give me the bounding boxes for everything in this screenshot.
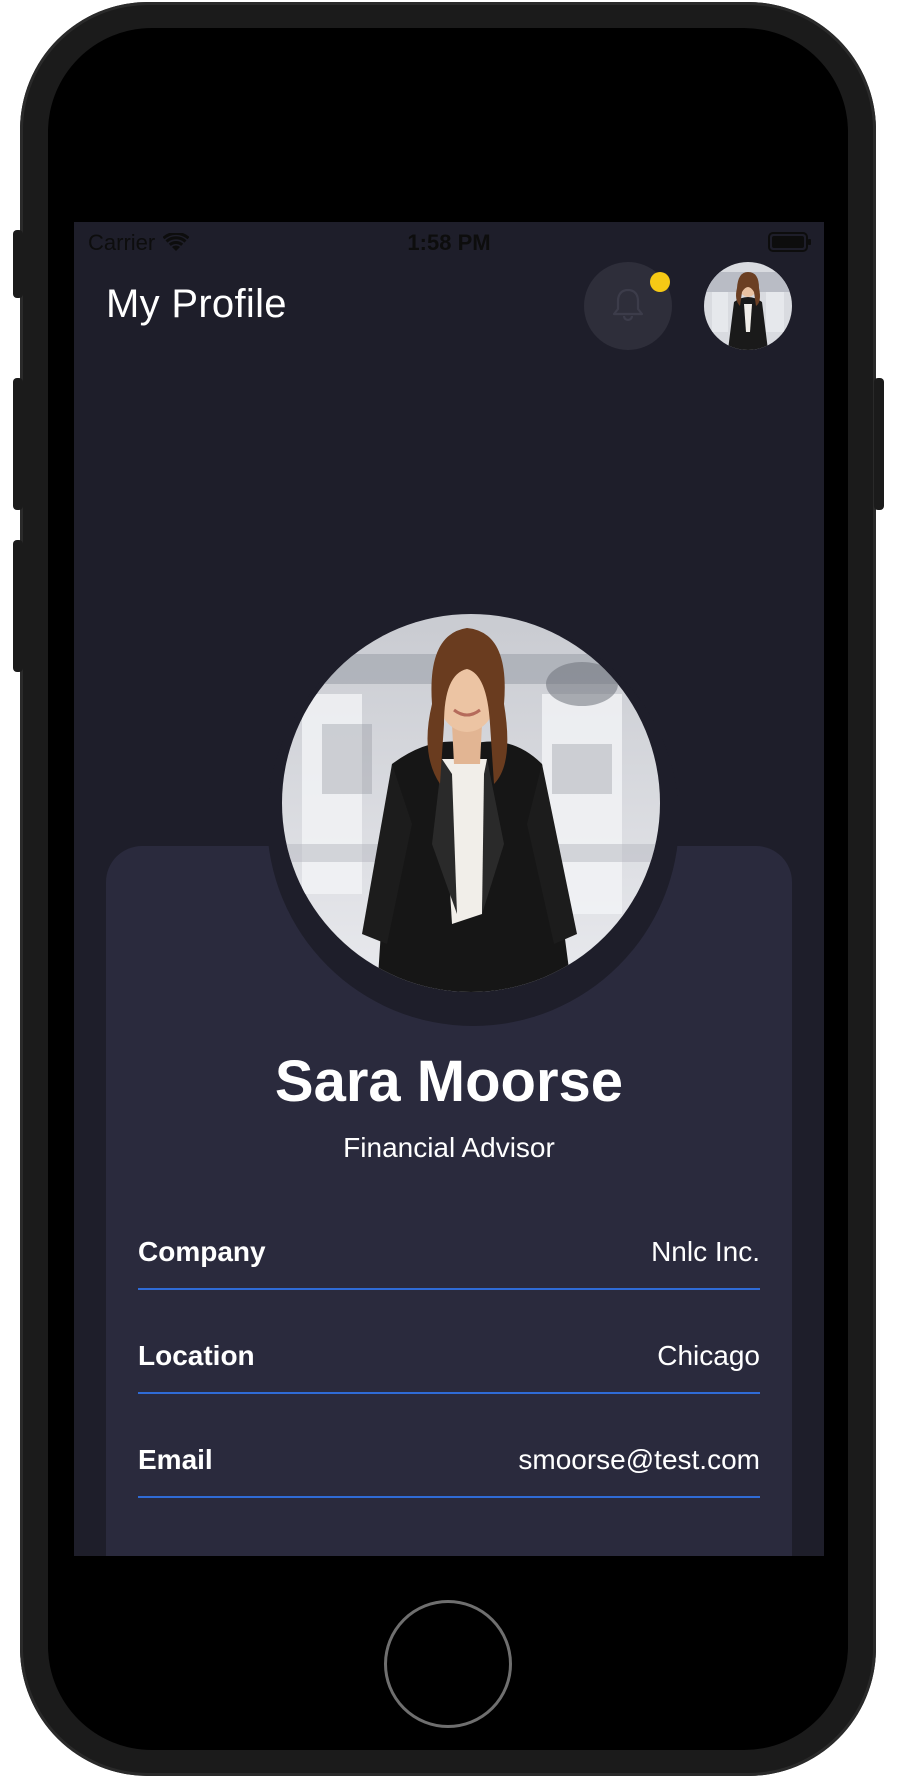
profile-name: Sara Moorse (274, 1049, 624, 1114)
volume-down-button (13, 540, 23, 672)
profile-role: Financial Advisor (343, 1132, 555, 1163)
info-value: Nnlc Inc. (651, 1236, 760, 1267)
power-button (874, 378, 884, 510)
bell-icon (608, 284, 648, 329)
info-label: Location (138, 1340, 255, 1371)
info-label: Email (138, 1444, 213, 1475)
home-button[interactable] (384, 1600, 512, 1728)
notification-badge (650, 272, 670, 292)
status-time: 1:58 PM (407, 230, 491, 255)
profile-photo[interactable] (282, 614, 660, 992)
info-row-email: Email smoorse@test.com (138, 1430, 760, 1498)
info-row-location: Location Chicago (138, 1326, 760, 1394)
app-screen: Carrier 1:58 PM My Profile Sara Moorse F… (74, 222, 824, 1556)
avatar[interactable] (704, 262, 792, 350)
info-value[interactable]: smoorse@test.com (518, 1444, 760, 1476)
volume-up-button (13, 378, 23, 510)
mute-switch (13, 230, 23, 298)
info-row-company: Company Nnlc Inc. (138, 1222, 760, 1290)
status-bar: Carrier 1:58 PM (74, 222, 824, 262)
info-label: Company (138, 1236, 266, 1267)
page-title: My Profile (106, 282, 287, 326)
info-value: Chicago (657, 1340, 760, 1371)
battery-icon (768, 232, 812, 252)
